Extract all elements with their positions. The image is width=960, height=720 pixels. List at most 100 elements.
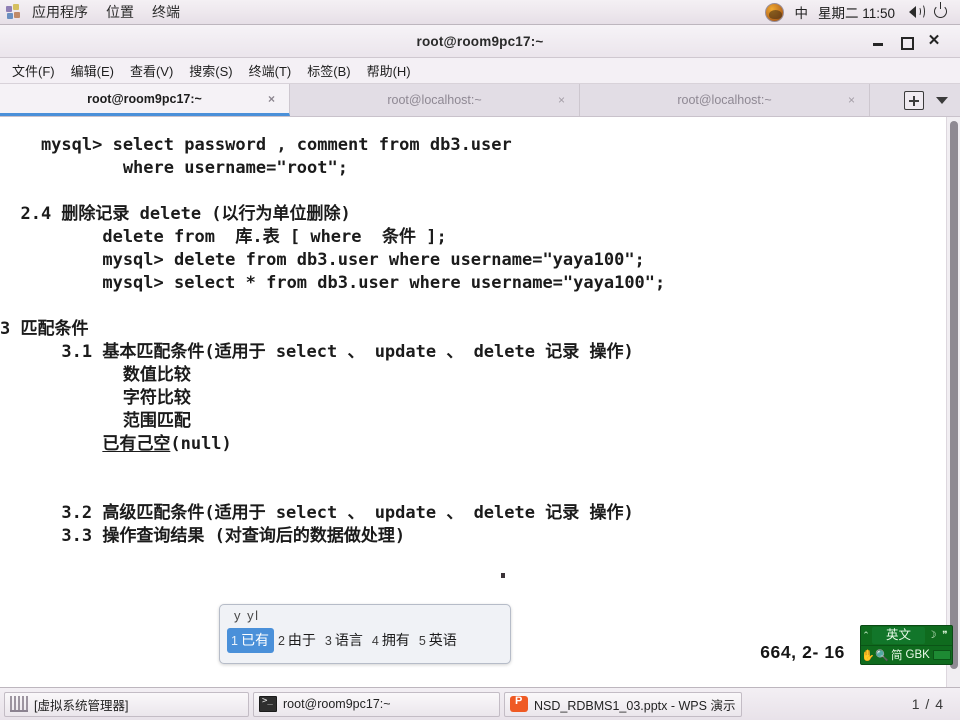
ime-preedit-text: y yl — [234, 608, 260, 623]
tab-bar-tools — [896, 84, 960, 116]
ime-candidate-window[interactable]: y yl 1 已有 2 由于 3 语言 4 拥有 5 英语 — [219, 604, 511, 664]
candidate-number: 3 — [324, 634, 332, 648]
taskbar-item-wps[interactable]: NSD_RDBMS1_03.pptx - WPS 演示 — [504, 691, 742, 717]
ime-status-bar[interactable]: ⌃ 英文 ☽ ❞ ✋ 🔍 简 GBK — [860, 625, 953, 665]
minimize-icon[interactable] — [864, 29, 892, 53]
ime-candidate-3[interactable]: 3 语言 — [321, 628, 368, 653]
scrollbar-thumb[interactable] — [950, 121, 958, 669]
ime-candidate-2[interactable]: 2 由于 — [274, 628, 321, 653]
close-icon[interactable]: × — [558, 93, 565, 107]
candidate-number: 5 — [418, 634, 426, 648]
tab-label: root@room9pc17:~ — [87, 91, 202, 106]
vertical-scrollbar[interactable] — [946, 117, 960, 687]
menu-edit[interactable]: 编辑(E) — [63, 59, 122, 82]
ime-status-top-row: ⌃ 英文 ☽ ❞ — [861, 626, 952, 646]
bottom-taskbar: [虚拟系统管理器] root@room9pc17:~ NSD_RDBMS1_03… — [0, 687, 960, 720]
terminal-line: delete from 库.表 [ where 条件 ]; — [0, 227, 447, 247]
terminal-line: 范围匹配 — [0, 411, 191, 431]
ime-status-bottom-row: ✋ 🔍 简 GBK — [861, 646, 952, 664]
ime-language-label[interactable]: 英文 — [872, 627, 925, 644]
terminal-line: 3.2 高级匹配条件(适用于 select 、 update 、 delete … — [0, 503, 634, 523]
terminal-icon — [259, 696, 277, 712]
maximize-icon[interactable] — [892, 29, 920, 53]
chevron-down-icon[interactable] — [936, 96, 948, 104]
terminal-menu-bar: 文件(F) 编辑(E) 查看(V) 搜索(S) 终端(T) 标签(B) 帮助(H… — [0, 58, 960, 84]
terminal-line: 字符比较 — [0, 388, 191, 408]
candidate-word: 语言 — [334, 632, 363, 648]
candidate-word: 英语 — [428, 632, 457, 648]
ime-candidate-5[interactable]: 5 英语 — [415, 628, 462, 653]
terminal-line: 3 匹配条件 — [0, 319, 89, 339]
menu-search[interactable]: 搜索(S) — [181, 59, 240, 82]
close-icon[interactable]: × — [268, 92, 275, 106]
menu-file[interactable]: 文件(F) — [4, 59, 63, 82]
terminal-line: mysql> delete from db3.user where userna… — [0, 250, 645, 270]
ime-candidate-1[interactable]: 1 已有 — [227, 628, 274, 653]
menu-terminal[interactable]: 终端(T) — [241, 59, 300, 82]
tab-root-room9pc17[interactable]: root@room9pc17:~ × — [0, 84, 290, 116]
speaker-icon[interactable] — [906, 2, 928, 22]
search-icon[interactable]: 🔍 — [875, 649, 889, 662]
window-title-bar[interactable]: root@room9pc17:~ ✕ — [0, 25, 960, 58]
ime-encoding-label[interactable]: GBK — [905, 649, 933, 661]
panel-menu-applications[interactable]: 应用程序 — [23, 0, 97, 24]
wps-presentation-icon — [510, 695, 528, 712]
ime-script-label[interactable]: 简 — [889, 647, 905, 663]
taskbar-item-terminal[interactable]: root@room9pc17:~ — [253, 691, 500, 717]
terminal-line: 2.4 删除记录 delete (以行为单位删除) — [0, 204, 351, 224]
candidate-number: 4 — [371, 634, 379, 648]
terminal-line: 3.1 基本匹配条件(适用于 select 、 update 、 delete … — [0, 342, 634, 362]
window-controls: ✕ — [864, 29, 960, 53]
taskbar-item-label: NSD_RDBMS1_03.pptx - WPS 演示 — [534, 698, 736, 713]
cursor-position-indicator: 664, 2- 16 — [760, 642, 845, 662]
candidate-word: 拥有 — [381, 632, 410, 648]
chevron-up-icon[interactable]: ⌃ — [861, 631, 871, 640]
moon-icon[interactable]: ☽ — [926, 630, 938, 641]
window-title: root@room9pc17:~ — [416, 33, 544, 49]
terminal-line: 数值比较 — [0, 365, 191, 385]
panel-ime-indicator[interactable]: 中 — [794, 2, 818, 22]
terminal-line: mysql> select password , comment from db… — [0, 135, 512, 155]
terminal-line: 已有己空(null) — [102, 434, 232, 454]
terminal-window: root@room9pc17:~ ✕ 文件(F) 编辑(E) 查看(V) 搜索(… — [0, 25, 960, 687]
ime-candidate-4[interactable]: 4 拥有 — [368, 628, 415, 653]
tab-root-localhost-1[interactable]: root@localhost:~ × — [290, 84, 580, 116]
workspace-pager[interactable]: 1 / 4 — [912, 696, 956, 712]
tab-root-localhost-2[interactable]: root@localhost:~ × — [580, 84, 870, 116]
terminal-line: 3.3 操作查询结果 (对查询后的数据做处理) — [0, 526, 406, 546]
tab-label: root@localhost:~ — [387, 93, 482, 107]
close-icon[interactable]: × — [848, 93, 855, 107]
user-avatar[interactable] — [765, 2, 785, 22]
terminal-line: where username="root"; — [0, 158, 348, 178]
applications-icon[interactable] — [6, 4, 22, 20]
hand-icon[interactable]: ✋ — [861, 649, 875, 662]
panel-clock[interactable]: 星期二 11:50 — [818, 2, 904, 22]
menu-tabs[interactable]: 标签(B) — [299, 59, 358, 82]
gnome-top-panel: 应用程序 位置 终端 中 星期二 11:50 — [0, 0, 960, 25]
panel-menu-places[interactable]: 位置 — [97, 0, 143, 24]
taskbar-item-virt-manager[interactable]: [虚拟系统管理器] — [4, 691, 249, 717]
keyboard-icon[interactable] — [932, 650, 951, 660]
tab-label: root@localhost:~ — [677, 93, 772, 107]
terminal-tab-bar: root@room9pc17:~ × root@localhost:~ × ro… — [0, 84, 960, 117]
menu-help[interactable]: 帮助(H) — [359, 59, 419, 82]
candidate-number: 1 — [231, 634, 238, 648]
ime-preedit-inline: 已有己空 — [102, 434, 171, 454]
terminal-text: mysql> select password , comment from db… — [0, 117, 946, 687]
quote-icon[interactable]: ❞ — [938, 630, 952, 641]
panel-menu-terminal[interactable]: 终端 — [143, 0, 189, 24]
taskbar-item-label: [虚拟系统管理器] — [34, 698, 129, 713]
menu-view[interactable]: 查看(V) — [122, 59, 181, 82]
candidate-word: 由于 — [287, 632, 316, 648]
cursor-artifact-dot — [501, 573, 505, 578]
terminal-content-area[interactable]: mysql> select password , comment from db… — [0, 117, 960, 687]
panel-status-area: 中 星期二 11:50 — [765, 2, 960, 22]
ime-candidate-list: 1 已有 2 由于 3 语言 4 拥有 5 英语 — [227, 628, 505, 653]
close-icon[interactable]: ✕ — [920, 29, 948, 53]
new-tab-icon[interactable] — [904, 90, 924, 110]
power-icon[interactable] — [930, 2, 952, 22]
